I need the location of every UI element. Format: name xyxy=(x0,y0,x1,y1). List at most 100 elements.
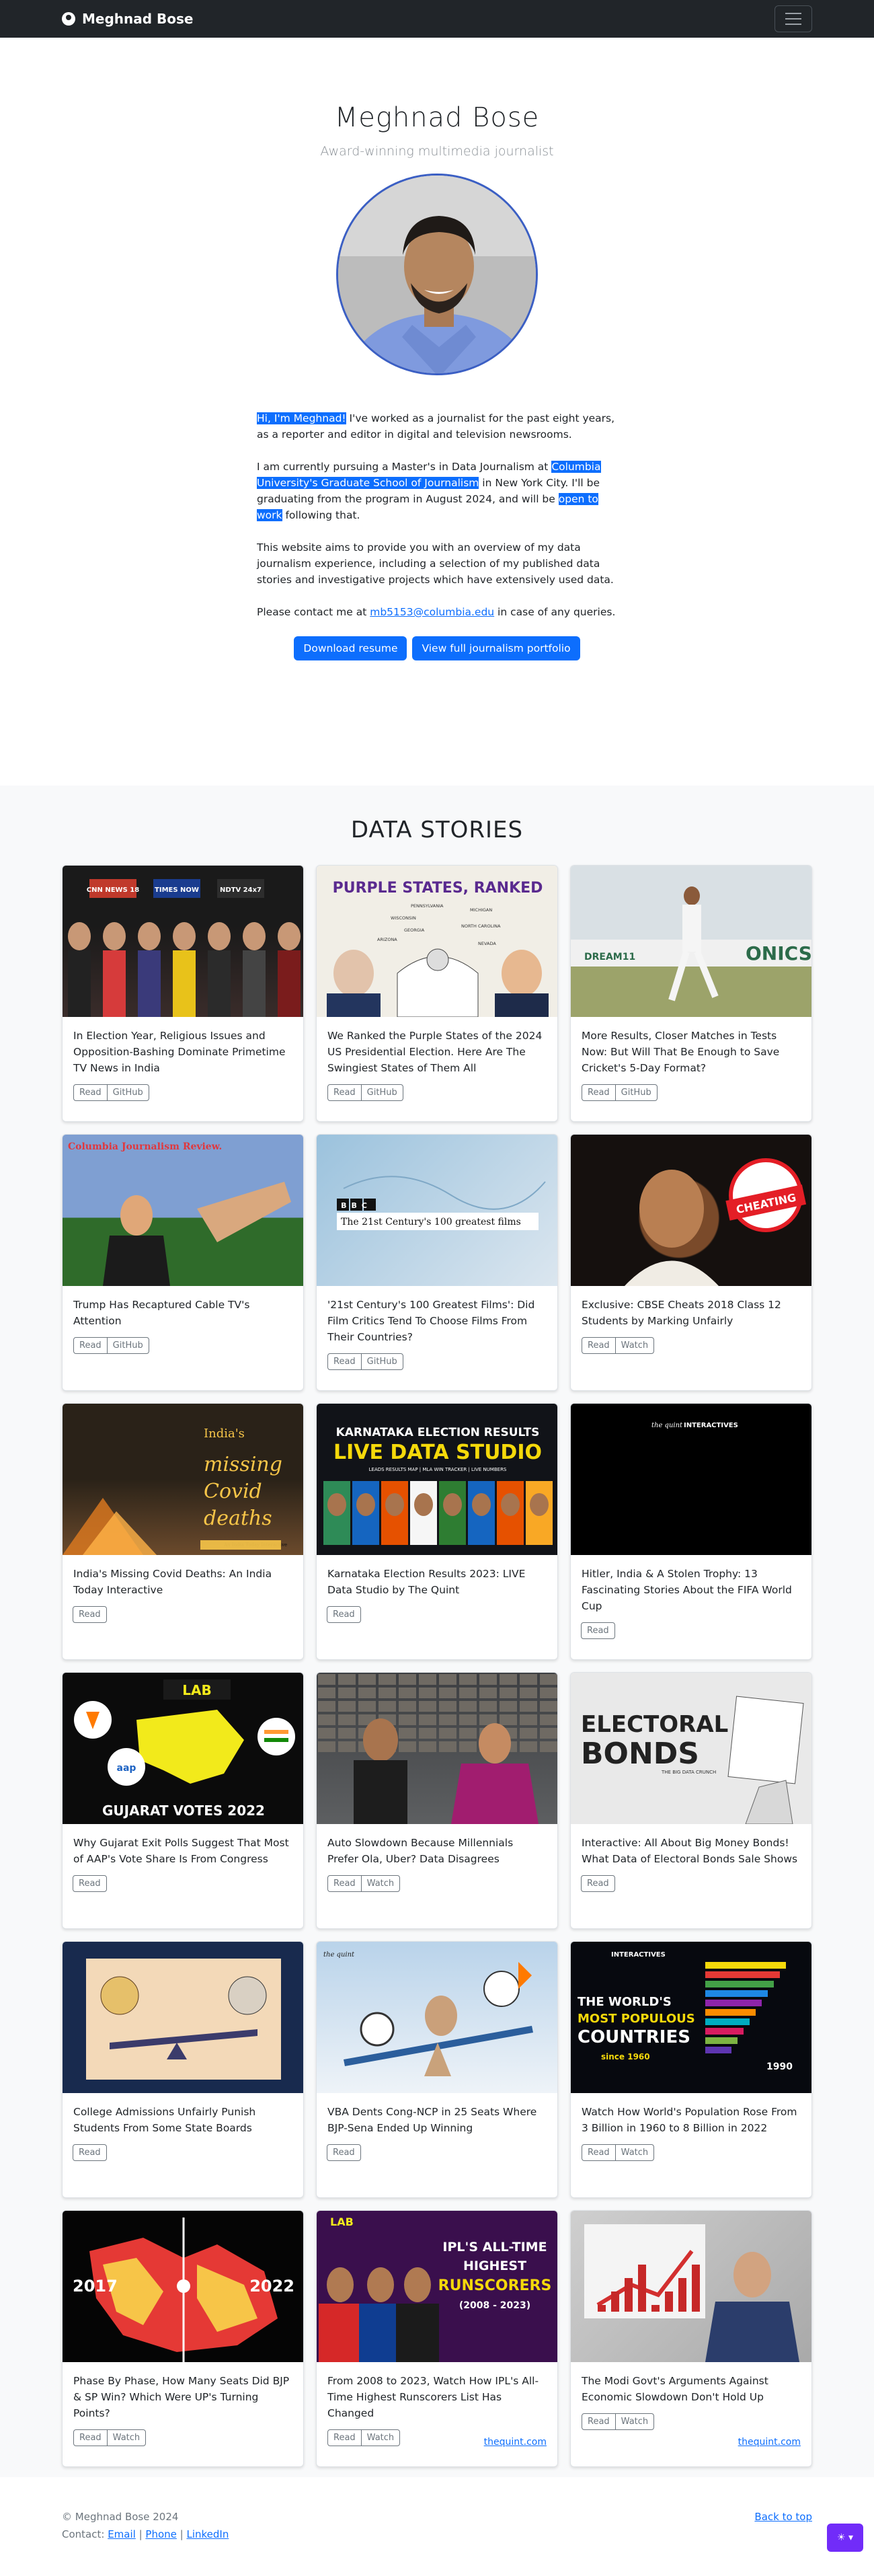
read-button[interactable]: Read xyxy=(327,1875,362,1892)
story-thumbnail[interactable] xyxy=(63,1942,303,2093)
story-title: Auto Slowdown Because Millennials Prefer… xyxy=(327,1837,514,1865)
hamburger-line xyxy=(785,24,801,25)
navbar-toggler-button[interactable] xyxy=(774,5,812,32)
thumb-label: Covid xyxy=(204,1480,262,1503)
read-button[interactable]: Read xyxy=(581,1622,615,1639)
story-title: The Modi Govt's Arguments Against Econom… xyxy=(582,2375,768,2403)
thumbnail-art: DREAM11 ONICS xyxy=(571,886,811,1001)
thumb-label: ELECTORAL xyxy=(581,1711,728,1738)
thumb-label: 1990 xyxy=(766,2061,793,2072)
bio-paragraph: This website aims to provide you with an… xyxy=(257,541,614,586)
read-button[interactable]: Read xyxy=(73,1084,108,1101)
story-thumbnail[interactable]: ELECTORAL BONDS THE BIG DATA CRUNCH xyxy=(571,1673,811,1824)
story-thumbnail[interactable]: DREAM11 ONICS xyxy=(571,866,811,1017)
email-footer-link[interactable]: Email xyxy=(108,2528,136,2540)
story-thumbnail[interactable]: CHEATING xyxy=(571,1135,811,1286)
thumbnail-art: 2017 2022 xyxy=(73,2218,294,2362)
thumb-label: BBC xyxy=(341,1201,372,1210)
story-thumbnail[interactable]: aap LAB GUJARAT VOTES 2022 xyxy=(63,1673,303,1824)
read-button[interactable]: Read xyxy=(327,1353,362,1370)
watch-button[interactable]: Watch xyxy=(614,2144,655,2161)
source-link[interactable]: thequint.com xyxy=(738,2437,801,2448)
source-link[interactable]: thequint.com xyxy=(484,2437,547,2448)
story-button-group: Read xyxy=(327,1606,361,1623)
story-card: the quint INTERACTIVES Hitler, India & A S… xyxy=(570,1403,812,1660)
footer: © Meghnad Bose 2024 Contact: Email | Pho… xyxy=(0,2477,874,2576)
read-button[interactable]: Read xyxy=(73,1337,108,1354)
story-thumbnail[interactable]: India'smissingCoviddeathsAn India Today … xyxy=(63,1404,303,1555)
sun-icon: ☀ ▾ xyxy=(836,2532,854,2543)
card-body: More Results, Closer Matches in Tests No… xyxy=(571,1017,811,1110)
read-button[interactable]: Read xyxy=(327,2429,362,2446)
story-thumbnail[interactable]: KARNATAKA ELECTION RESULTS LIVE DATA STUD… xyxy=(317,1404,557,1555)
story-button-group: Read xyxy=(73,2144,107,2161)
story-thumbnail[interactable]: INTERACTIVES THE WORLD'S MOST POPULOUS COUN… xyxy=(571,1942,811,2093)
copyright: © Meghnad Bose 2024 xyxy=(62,2511,179,2523)
thumb-label: since 1960 xyxy=(601,2052,650,2061)
story-thumbnail[interactable]: BBC The 21st Century's 100 greatest films xyxy=(317,1135,557,1286)
navbar: Meghnad Bose xyxy=(0,0,874,38)
story-thumbnail[interactable]: the quint xyxy=(317,1942,557,2093)
card-body: Trump Has Recaptured Cable TV's Attentio… xyxy=(63,1286,303,1363)
github-button[interactable]: GitHub xyxy=(360,1353,403,1370)
story-card: College Admissions Unfairly Punish Stude… xyxy=(62,1941,304,2198)
watch-button[interactable]: Watch xyxy=(614,2413,655,2430)
story-card: Auto Slowdown Because Millennials Prefer… xyxy=(316,1672,558,1929)
thumbnail-art: CNN NEWS 18 TIMES NOW NDTV 24x7 xyxy=(68,879,301,1017)
github-button[interactable]: GitHub xyxy=(106,1337,149,1354)
read-button[interactable]: Read xyxy=(327,1084,362,1101)
read-button[interactable]: Read xyxy=(582,1084,616,1101)
thumb-label: The 21st Century's 100 greatest films xyxy=(341,1217,521,1227)
brand-name: Meghnad Bose xyxy=(82,11,194,27)
linkedin-footer-link[interactable]: LinkedIn xyxy=(186,2528,229,2540)
profile-photo xyxy=(336,174,538,375)
story-thumbnail[interactable]: LAB IPL'S ALL-TIME HIGHEST RUNSCORERS (2008 … xyxy=(317,2211,557,2362)
watch-button[interactable]: Watch xyxy=(106,2429,147,2446)
bio-text: following that. xyxy=(282,509,360,521)
page-subtitle: Award-winning multimedia journalist xyxy=(320,144,554,159)
story-thumbnail[interactable]: PURPLE STATES, RANKED PENNSYLVANIA MICHIGA… xyxy=(317,866,557,1017)
github-button[interactable]: GitHub xyxy=(614,1084,658,1101)
hero-buttons: Download resume View full journalism por… xyxy=(0,636,874,660)
story-card: INTERACTIVES THE WORLD'S MOST POPULOUS COUN… xyxy=(570,1941,812,2198)
card-body: VBA Dents Cong-NCP in 25 Seats Where BJP… xyxy=(317,2093,557,2170)
story-card: ELECTORAL BONDS THE BIG DATA CRUNCH Interac… xyxy=(570,1672,812,1929)
bio-text: in case of any queries. xyxy=(494,606,616,618)
thumbnail-art: ELECTORALBONDSTHE BIG DATA CRUNCH xyxy=(581,1696,804,1824)
read-button[interactable]: Read xyxy=(582,2144,616,2161)
email-link[interactable]: mb5153@columbia.edu xyxy=(370,606,494,618)
thumb-label: DREAM11 xyxy=(584,952,635,962)
watch-button[interactable]: Watch xyxy=(614,1337,655,1354)
download-resume-button[interactable]: Download resume xyxy=(294,636,407,660)
theme-toggle-button[interactable]: ☀ ▾ xyxy=(827,2524,863,2552)
back-to-top-link[interactable]: Back to top xyxy=(754,2508,812,2526)
thumbnail-art: the quint INTERACTIVES xyxy=(651,1422,738,1429)
read-button[interactable]: Read xyxy=(327,1606,361,1623)
story-thumbnail[interactable] xyxy=(317,1673,557,1824)
read-button[interactable]: Read xyxy=(73,1875,107,1892)
page-title: Meghnad Bose xyxy=(334,102,540,133)
phone-footer-link[interactable]: Phone xyxy=(145,2528,176,2540)
read-button[interactable]: Read xyxy=(73,1606,107,1623)
story-thumbnail[interactable]: Columbia Journalism Review. xyxy=(63,1135,303,1286)
story-thumbnail[interactable]: 2017 2022 xyxy=(63,2211,303,2362)
read-button[interactable]: Read xyxy=(582,2413,616,2430)
read-button[interactable]: Read xyxy=(582,1337,616,1354)
view-portfolio-button[interactable]: View full journalism portfolio xyxy=(412,636,580,660)
github-button[interactable]: GitHub xyxy=(360,1084,403,1101)
story-thumbnail[interactable] xyxy=(571,2211,811,2362)
story-button-group: Read Watch xyxy=(327,2429,401,2446)
story-thumbnail[interactable]: CNN NEWS 18 TIMES NOW NDTV 24x7 xyxy=(63,866,303,1017)
github-button[interactable]: GitHub xyxy=(106,1084,149,1101)
contact-line: Contact: Email | Phone | LinkedIn xyxy=(62,2526,812,2543)
story-card: 2017 2022 Phase By Phase, How Many Seats D… xyxy=(62,2210,304,2467)
read-button[interactable]: Read xyxy=(581,1875,615,1892)
read-button[interactable]: Read xyxy=(327,2144,361,2161)
read-button[interactable]: Read xyxy=(73,2429,108,2446)
brand-link[interactable]: Meghnad Bose xyxy=(62,11,194,27)
read-button[interactable]: Read xyxy=(73,2144,107,2161)
watch-button[interactable]: Watch xyxy=(360,2429,401,2446)
story-thumbnail[interactable]: the quint INTERACTIVES xyxy=(571,1404,811,1555)
card-body: Hitler, India & A Stolen Trophy: 13 Fasc… xyxy=(571,1555,811,1649)
watch-button[interactable]: Watch xyxy=(360,1875,401,1892)
